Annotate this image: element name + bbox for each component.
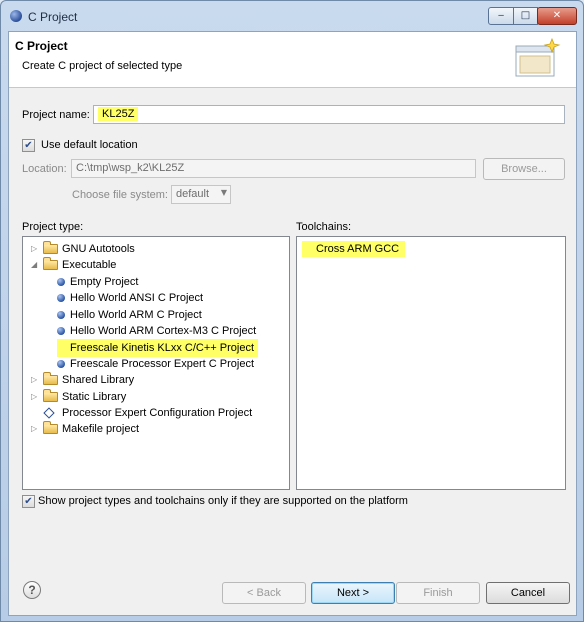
dialog-window: C Project ‒ □ ✕ C Project Create C proje… — [0, 0, 584, 622]
project-type-item-label: Shared Library — [62, 374, 135, 387]
toolchains-list[interactable]: Cross ARM GCC — [296, 236, 566, 490]
show-supported-only-checkbox[interactable]: ✔ — [22, 495, 35, 508]
wizard-banner: C Project Create C project of selected t… — [9, 32, 576, 88]
project-type-item[interactable]: ▷ Static Library — [31, 388, 283, 405]
project-type-item-label: GNU Autotools — [62, 243, 135, 255]
maximize-button[interactable]: □ — [513, 7, 538, 25]
project-template-icon — [57, 310, 65, 319]
chevron-down-icon: ▼ — [220, 188, 227, 197]
dialog-client-area: C Project Create C project of selected t… — [8, 31, 577, 616]
window-title: C Project — [28, 10, 78, 24]
project-type-item-label: Processor Expert Configuration Project — [62, 407, 253, 419]
project-type-item[interactable]: Hello World ARM C Project — [57, 307, 283, 323]
show-supported-only-label: Show project types and toolchains only i… — [38, 495, 408, 507]
close-button[interactable]: ✕ — [537, 7, 577, 25]
project-type-label: Project type: — [22, 221, 84, 233]
project-template-icon — [57, 327, 65, 335]
project-type-item-label: Freescale Processor Expert C Project — [70, 357, 255, 370]
project-type-item-label: Hello World ARM Cortex-M3 C Project — [70, 325, 257, 337]
project-type-item[interactable]: Hello World ARM Cortex-M3 C Project — [57, 323, 283, 339]
folder-icon — [43, 257, 58, 271]
expanded-arrow-icon[interactable]: ◢ — [31, 257, 41, 273]
project-type-item[interactable]: Freescale Processor Expert C Project — [57, 356, 283, 372]
location-label: Location: — [22, 163, 67, 175]
file-system-value: default — [176, 188, 210, 200]
project-type-item[interactable]: Processor Expert Configuration Project — [31, 405, 283, 421]
processor-expert-icon — [43, 407, 55, 419]
back-button[interactable]: < Back — [222, 582, 306, 604]
wizard-title: C Project — [15, 39, 68, 53]
file-system-label: Choose file system: — [72, 189, 168, 201]
project-type-item-label: Empty Project — [70, 275, 139, 288]
folder-icon — [43, 372, 58, 386]
toolchain-item-label: Cross ARM GCC — [302, 241, 406, 257]
project-name-field[interactable]: KL25Z — [93, 105, 565, 124]
project-type-item-label: Static Library — [62, 390, 127, 403]
folder-icon — [43, 241, 58, 254]
project-template-icon — [57, 277, 65, 286]
minimize-button[interactable]: ‒ — [488, 7, 514, 25]
browse-button[interactable]: Browse... — [483, 158, 565, 180]
project-type-item[interactable]: Freescale Kinetis KLxx C/C++ Project — [57, 339, 283, 358]
collapsed-arrow-icon[interactable]: ▷ — [31, 241, 41, 257]
project-type-item-label: Freescale Kinetis KLxx C/C++ Project — [57, 339, 259, 358]
project-name-label: Project name: — [22, 109, 90, 121]
location-value: C:\tmp\wsp_k2\KL25Z — [76, 162, 185, 174]
folder-icon — [43, 421, 58, 435]
collapsed-arrow-icon[interactable]: ▷ — [31, 372, 41, 388]
project-template-icon — [57, 294, 65, 303]
use-default-location-checkbox[interactable]: ✔ — [22, 139, 35, 152]
project-type-item-label: Hello World ANSI C Project — [70, 292, 204, 305]
toolchain-item[interactable]: Cross ARM GCC — [302, 241, 406, 257]
collapsed-arrow-icon[interactable]: ▷ — [31, 421, 41, 437]
finish-button[interactable]: Finish — [396, 582, 480, 604]
project-type-tree[interactable]: ▷ GNU Autotools ◢ Executable Empty Project He… — [22, 236, 290, 490]
folder-icon — [43, 388, 58, 402]
location-field[interactable]: C:\tmp\wsp_k2\KL25Z — [71, 159, 476, 178]
toolchains-label: Toolchains: — [296, 221, 352, 233]
help-icon[interactable]: ? — [23, 581, 41, 599]
project-type-item[interactable]: Empty Project — [57, 274, 283, 290]
file-system-select[interactable]: default ▼ — [171, 185, 231, 204]
project-name-value: KL25Z — [98, 107, 139, 121]
next-button[interactable]: Next > — [311, 582, 395, 604]
project-type-item-label: Hello World ARM C Project — [70, 308, 202, 321]
title-bar[interactable]: C Project ‒ □ ✕ — [1, 1, 583, 31]
project-type-item[interactable]: ◢ Executable — [31, 257, 283, 273]
collapsed-arrow-icon[interactable]: ▷ — [31, 389, 41, 405]
project-type-item[interactable]: ▷ Makefile project — [31, 421, 283, 437]
project-type-item[interactable]: ▷ GNU Autotools — [31, 241, 283, 257]
project-type-item[interactable]: Hello World ANSI C Project — [57, 290, 283, 306]
project-type-item-label: Makefile project — [62, 423, 140, 436]
wizard-description: Create C project of selected type — [22, 60, 183, 72]
new-project-wizard-icon — [515, 37, 561, 77]
project-template-icon — [57, 359, 65, 368]
cancel-button[interactable]: Cancel — [486, 582, 570, 604]
project-type-item-label: Executable — [62, 259, 117, 272]
use-default-location-label: Use default location — [41, 139, 138, 151]
eclipse-app-icon — [10, 10, 22, 22]
project-type-item[interactable]: ▷ Shared Library — [31, 372, 283, 388]
